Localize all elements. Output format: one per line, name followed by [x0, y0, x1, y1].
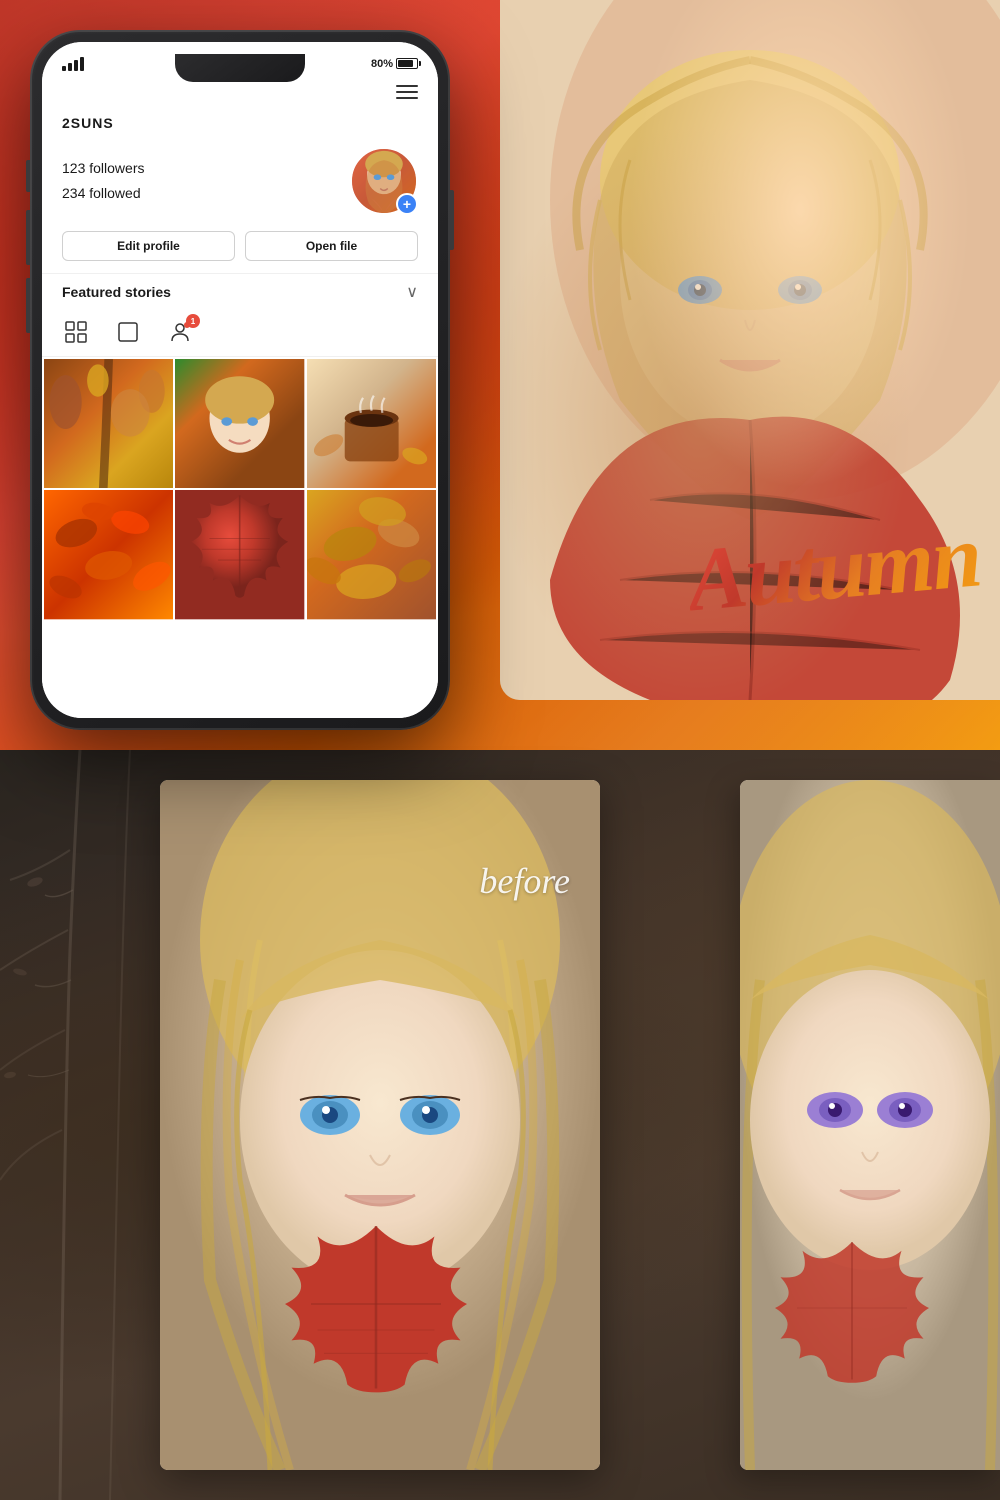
notification-badge: 1 — [186, 314, 200, 328]
signal-indicator — [62, 57, 84, 71]
followers-text: 123 followers — [62, 156, 330, 181]
nav-bar — [42, 77, 438, 111]
grid-icon — [65, 321, 87, 343]
person-view-toggle[interactable]: 1 — [166, 318, 194, 346]
before-text: before — [479, 860, 570, 902]
chevron-down-icon: ∨ — [406, 282, 418, 302]
grid-cell-2[interactable] — [175, 359, 304, 488]
followed-text: 234 followed — [62, 181, 330, 206]
view-toggles: 1 — [42, 312, 438, 357]
photo-grid — [42, 357, 438, 622]
grid-cell-6[interactable] — [307, 490, 436, 619]
grid-cell-1[interactable] — [44, 359, 173, 488]
grid-cell-5[interactable] — [175, 490, 304, 619]
hamburger-line-3 — [396, 97, 418, 99]
after-panel — [740, 780, 1000, 1470]
grid-cell-3[interactable] — [307, 359, 436, 488]
after-portrait-svg — [740, 780, 1000, 1470]
power-button — [450, 190, 454, 250]
hamburger-line-2 — [396, 91, 418, 93]
volume-down-button — [26, 278, 30, 333]
signal-bar-3 — [74, 60, 78, 71]
battery-icon — [396, 58, 418, 69]
featured-stories-row[interactable]: Featured stories ∨ — [42, 273, 438, 312]
grid-view-toggle[interactable] — [62, 318, 90, 346]
square-view-toggle[interactable] — [114, 318, 142, 346]
battery-percent: 80% — [371, 58, 393, 70]
grid-image-leaves1 — [44, 490, 173, 619]
open-file-button[interactable]: Open file — [245, 231, 418, 261]
portrait-top-right: Autumn — [500, 0, 1000, 700]
before-panel: before — [160, 780, 600, 1470]
edit-profile-button[interactable]: Edit profile — [62, 231, 235, 261]
square-icon — [117, 321, 139, 343]
volume-up-button — [26, 210, 30, 265]
grid-cell-4[interactable] — [44, 490, 173, 619]
battery-fill — [398, 60, 413, 67]
grid-image-child — [175, 359, 304, 488]
battery-indicator: 80% — [371, 58, 418, 70]
hamburger-menu[interactable] — [392, 81, 422, 103]
grid-image-coffee — [307, 359, 436, 488]
screen-content: 12 : 12 a.m. 80% — [42, 42, 438, 718]
mute-button — [26, 160, 30, 192]
hamburger-line-1 — [396, 85, 418, 87]
grid-image-fallenleaves — [307, 490, 436, 619]
signal-bar-1 — [62, 66, 66, 71]
username-label: 2SUNS — [62, 115, 114, 131]
phone-frame: 12 : 12 a.m. 80% — [30, 30, 450, 730]
grid-image-redleaf — [175, 490, 304, 619]
action-buttons: Edit profile Open file — [42, 227, 438, 273]
signal-bar-4 — [80, 57, 84, 71]
phone-notch — [175, 54, 305, 82]
phone-screen: 12 : 12 a.m. 80% — [42, 42, 438, 718]
username-row: 2SUNS — [42, 111, 438, 141]
avatar-plus-button[interactable]: + — [396, 193, 418, 215]
bottom-section: before — [0, 750, 1000, 1500]
profile-section: 123 followers 234 followed — [42, 141, 438, 227]
featured-label: Featured stories — [62, 284, 171, 300]
follow-stats: 123 followers 234 followed — [62, 156, 330, 206]
signal-bar-2 — [68, 63, 72, 71]
phone-mockup: 12 : 12 a.m. 80% — [30, 30, 450, 730]
autumn-title: Autumn — [683, 504, 984, 632]
grid-image-forest — [44, 359, 173, 488]
avatar-container: + — [350, 147, 418, 215]
